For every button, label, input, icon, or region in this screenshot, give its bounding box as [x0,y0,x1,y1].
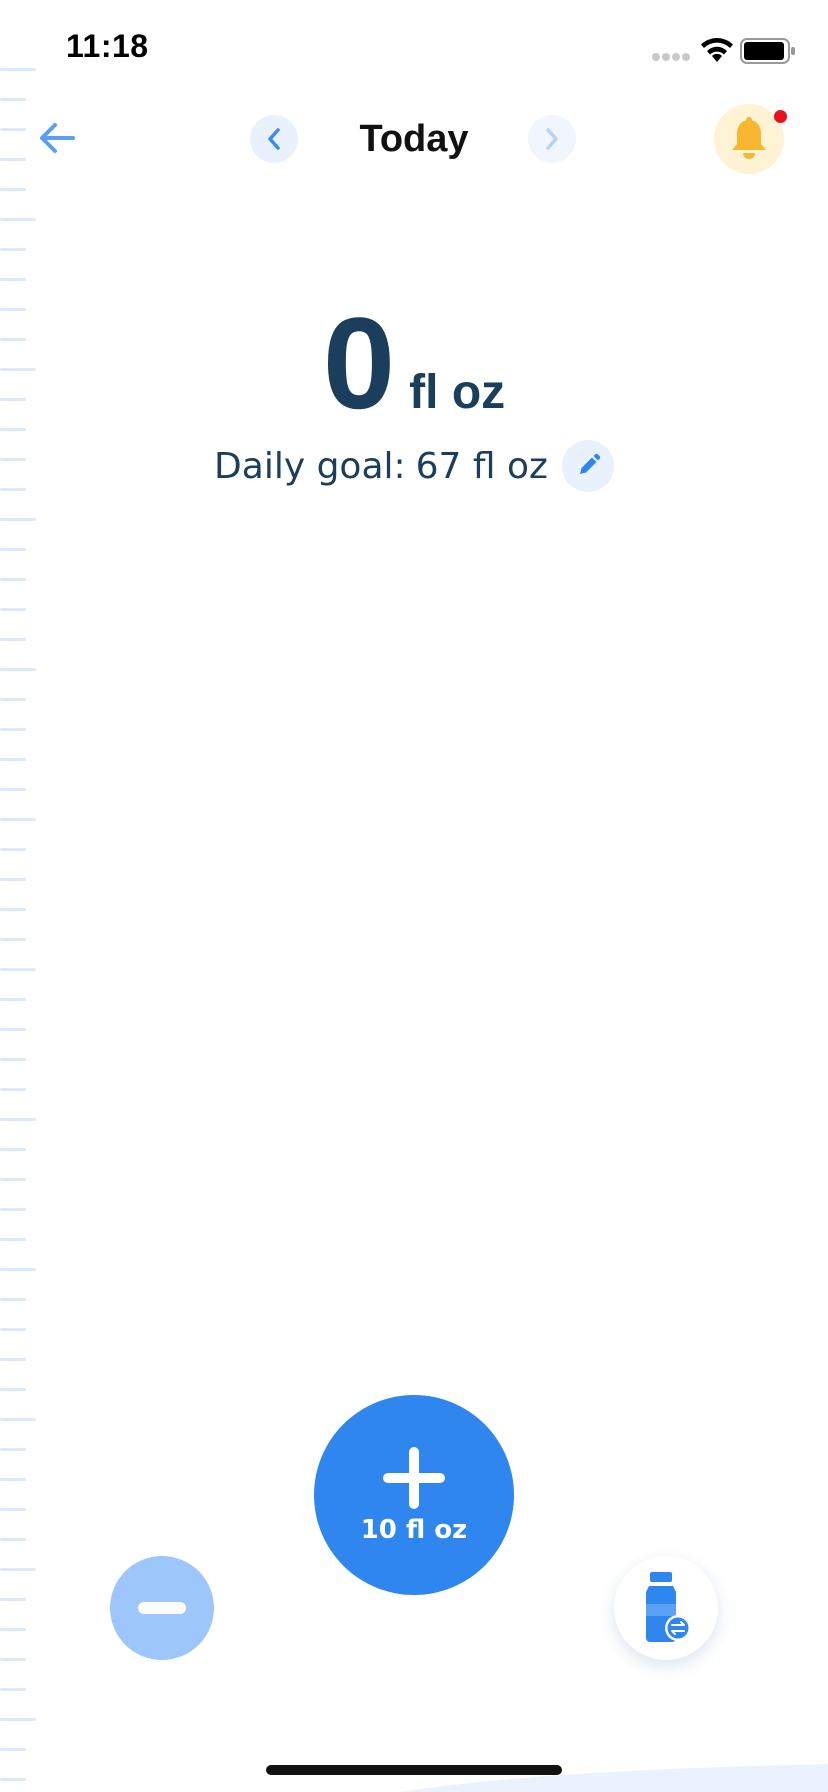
add-water-amount: 10 fl oz [360,1515,468,1545]
ruler-tick [0,128,26,131]
ruler-tick [0,1418,36,1421]
ruler-tick [0,1568,36,1571]
ruler-tick [0,1028,26,1031]
ruler-tick [0,608,26,611]
daily-goal-label: Daily goal: [214,445,406,487]
ruler-tick [0,248,26,251]
ruler-tick [0,1208,26,1211]
switch-cup-button[interactable] [614,1556,718,1660]
arrow-left-icon [40,123,75,153]
ruler-tick [0,188,26,191]
remove-water-button[interactable] [110,1556,214,1660]
ruler-tick [0,218,36,221]
ruler-tick [0,68,36,71]
daily-goal-row: Daily goal: 67 fl oz [0,440,828,492]
ruler-tick [0,98,26,101]
ruler-tick [0,1598,26,1601]
ruler-tick [0,1118,36,1121]
hydration-screen: 11:18 Today 0 fl oz Daily goal: 67 fl oz… [0,0,828,1792]
home-indicator [266,1765,562,1775]
cellular-signal-icon [652,53,690,61]
ruler-tick [0,1748,26,1751]
ruler-tick [0,1148,26,1151]
ruler-tick [0,1058,26,1061]
ruler-tick [0,1508,26,1511]
water-level-ruler [0,68,36,1781]
ruler-tick [0,1088,26,1091]
ruler-tick [0,818,36,821]
ruler-tick [0,848,26,851]
wifi-icon [701,38,733,62]
bottle-switch-icon [646,1572,691,1642]
ruler-tick [0,938,26,941]
bell-icon [732,117,766,159]
ruler-tick [0,1328,26,1331]
ruler-tick [0,158,26,161]
ruler-tick [0,518,36,521]
ruler-tick [0,698,26,701]
ruler-tick [0,1658,26,1661]
ruler-tick [0,548,26,551]
intake-display: 0 fl oz [0,298,828,428]
ruler-tick [0,278,26,281]
ruler-tick [0,788,26,791]
ruler-tick [0,1478,26,1481]
edit-goal-button[interactable] [561,440,614,492]
battery-icon [740,38,795,64]
ruler-tick [0,968,36,971]
notification-badge [774,110,787,123]
ruler-tick [0,1388,26,1391]
ruler-tick [0,1688,26,1691]
ruler-tick [0,758,26,761]
chevron-right-icon [546,128,558,150]
chevron-left-icon [268,128,280,150]
status-time: 11:18 [66,28,149,64]
minus-icon [138,1602,186,1614]
daily-goal-value: 67 fl oz [415,445,548,487]
ruler-tick [0,1448,26,1451]
ruler-tick [0,908,26,911]
ruler-tick [0,1298,26,1301]
plus-icon [383,1447,445,1509]
ruler-tick [0,1268,36,1271]
next-day-button[interactable] [528,115,576,163]
ruler-tick [0,1358,26,1361]
ruler-tick [0,1718,36,1721]
ruler-tick [0,1178,26,1181]
ruler-tick [0,1628,26,1631]
ruler-tick [0,1538,26,1541]
ruler-tick [0,998,26,1001]
ruler-tick [0,578,26,581]
ruler-tick [0,878,26,881]
pencil-icon [579,453,601,474]
intake-unit: fl oz [409,366,506,419]
page-title: Today [359,118,469,160]
add-water-button[interactable]: 10 fl oz [314,1395,514,1595]
ruler-tick [0,638,26,641]
back-button[interactable] [34,116,78,160]
ruler-tick [0,428,26,431]
previous-day-button[interactable] [250,115,298,163]
ruler-tick [0,1238,26,1241]
ruler-tick [0,728,26,731]
intake-value: 0 [322,290,396,436]
ruler-tick [0,668,36,671]
ruler-tick [0,1778,26,1781]
